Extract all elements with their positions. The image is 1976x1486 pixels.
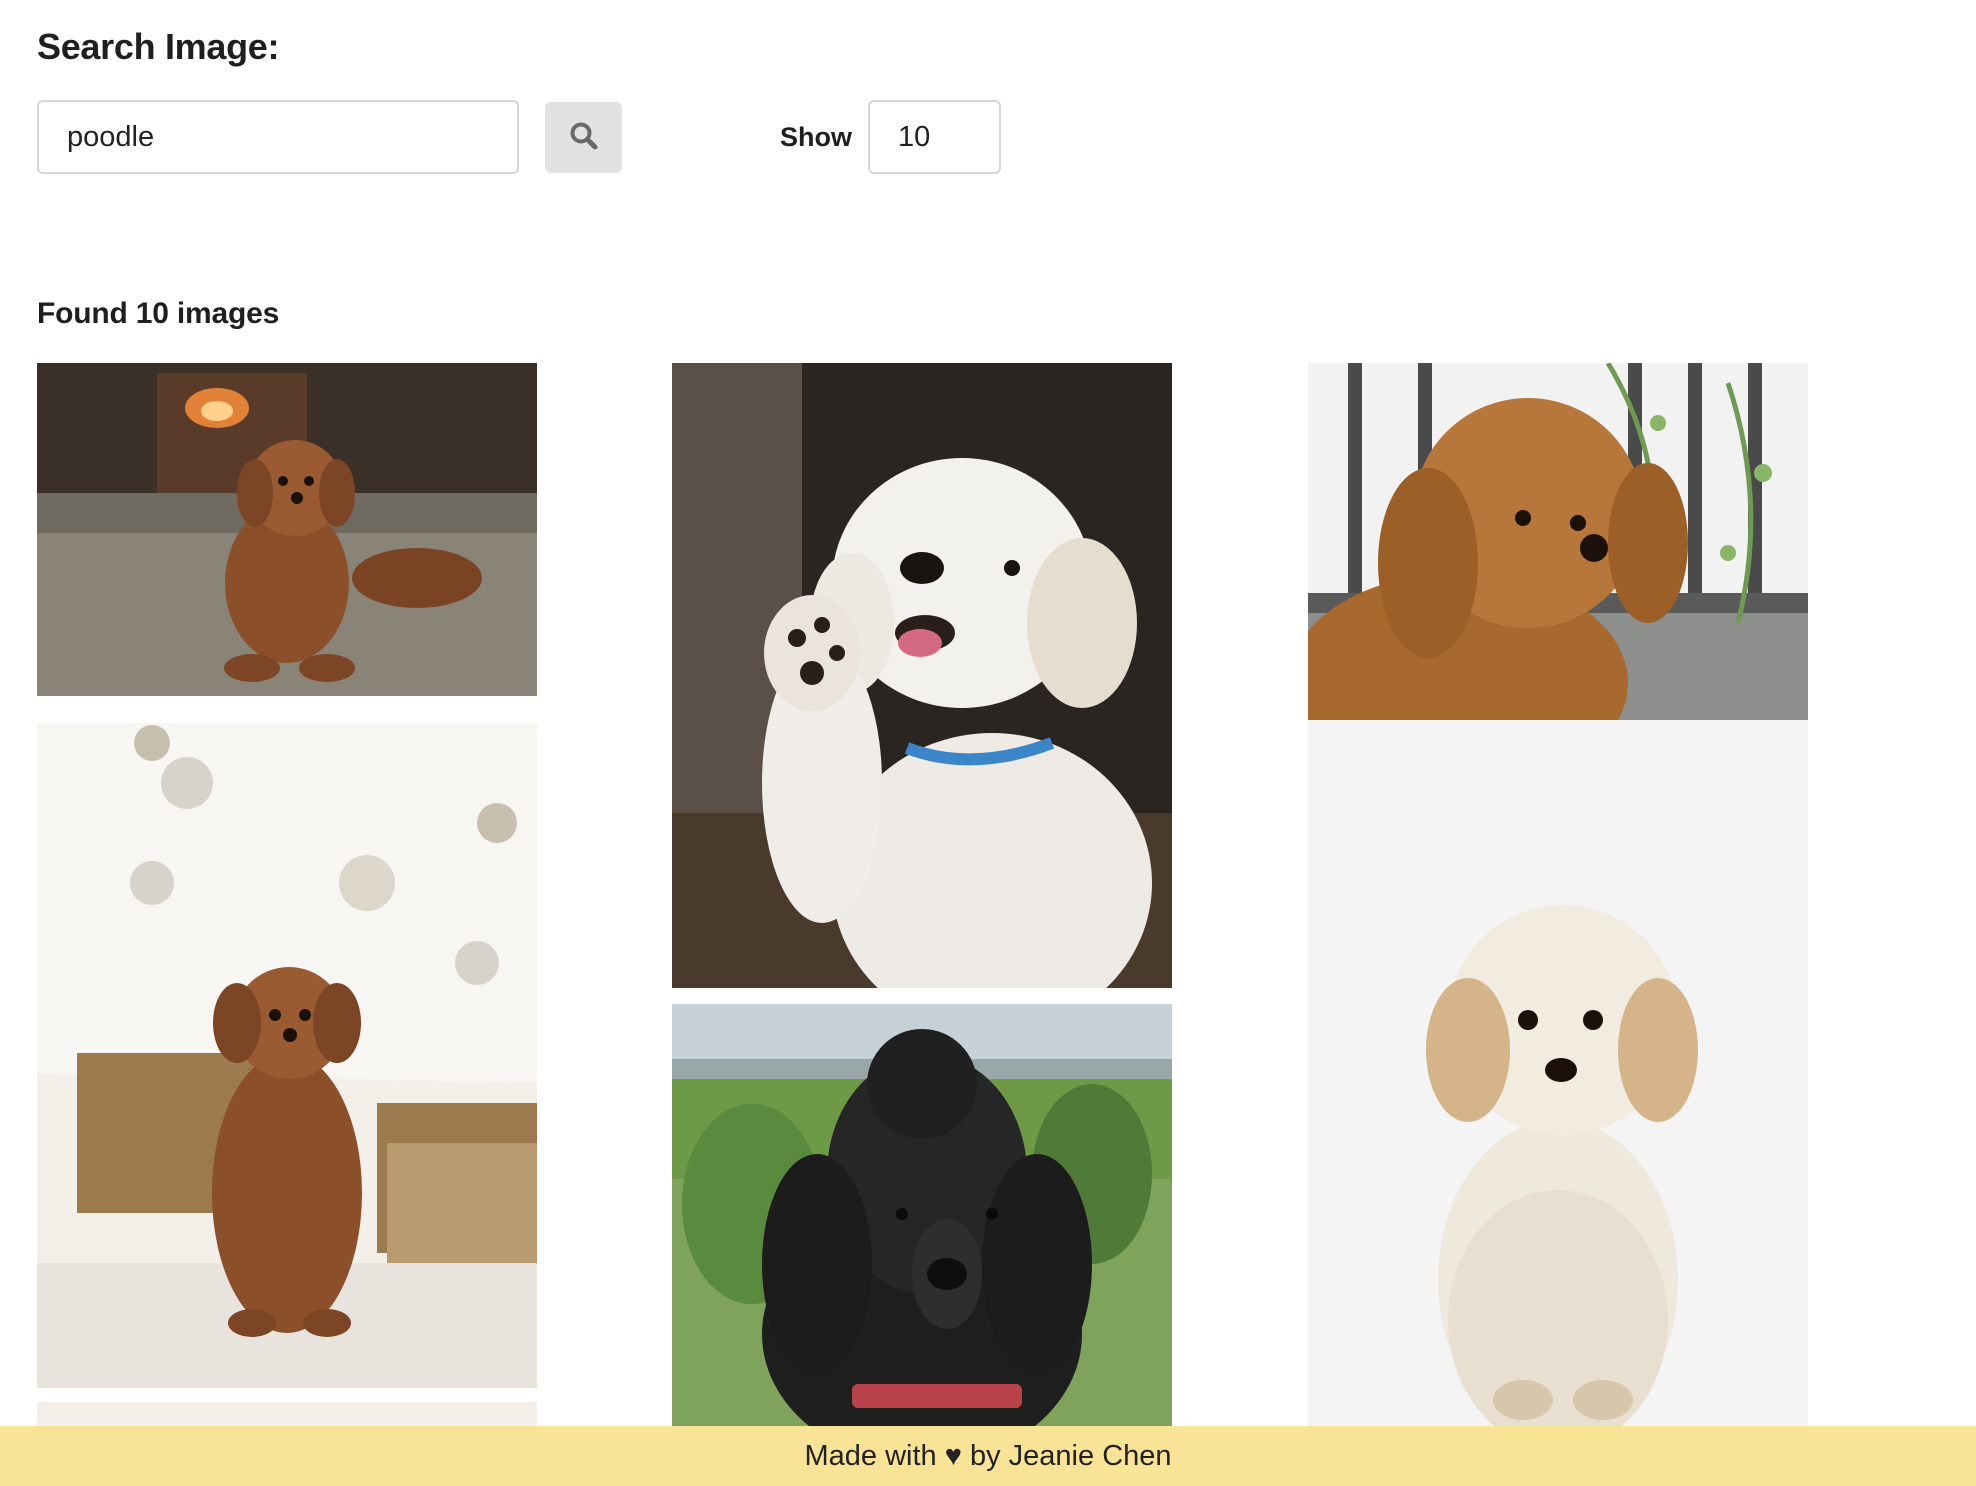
search-button[interactable] bbox=[545, 102, 622, 173]
search-icon bbox=[569, 121, 599, 154]
footer: Made with ♥ by Jeanie Chen bbox=[0, 1426, 1976, 1486]
page: Search Image: Show Found 10 images bbox=[0, 0, 1976, 1486]
result-image-4[interactable] bbox=[37, 723, 537, 1388]
search-title: Search Image: bbox=[37, 26, 280, 67]
result-image-7[interactable] bbox=[37, 1402, 537, 1426]
search-input[interactable] bbox=[37, 100, 519, 174]
result-image-2[interactable] bbox=[672, 363, 1172, 988]
result-image-1[interactable] bbox=[37, 363, 537, 696]
result-image-3[interactable] bbox=[1308, 363, 1808, 720]
footer-credit-text: Made with ♥ by Jeanie Chen bbox=[804, 1439, 1172, 1472]
show-label: Show bbox=[780, 122, 852, 152]
result-image-6[interactable] bbox=[1308, 720, 1808, 1426]
show-count-input[interactable] bbox=[868, 100, 1001, 174]
results-count-text: Found 10 images bbox=[37, 297, 280, 330]
result-image-5[interactable] bbox=[672, 1004, 1172, 1426]
